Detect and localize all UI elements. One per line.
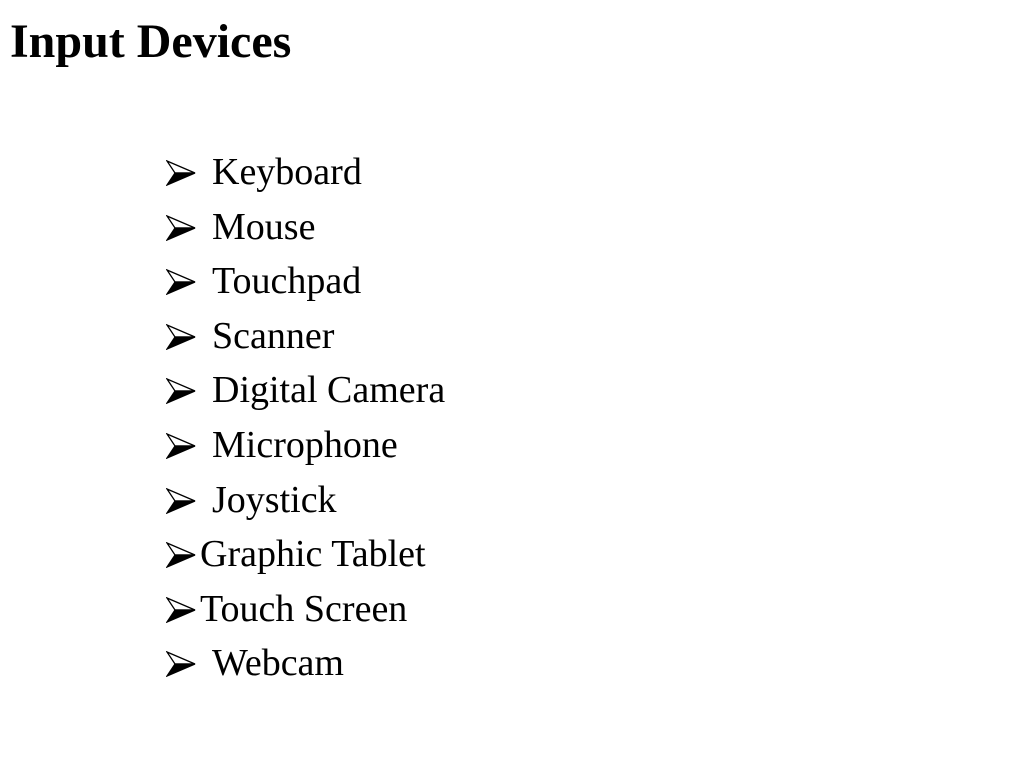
slide-title: Input Devices	[10, 15, 292, 68]
arrowhead-bullet-icon	[166, 596, 196, 623]
arrowhead-bullet-icon	[166, 542, 196, 569]
arrowhead-bullet-icon	[166, 323, 196, 350]
arrowhead-bullet-icon	[166, 160, 196, 186]
list-item-label: Mouse	[212, 205, 316, 248]
arrowhead-bullet-icon	[166, 651, 196, 678]
list-item-label: Touchpad	[212, 260, 362, 303]
list-item-label: Touch Screen	[200, 587, 408, 630]
arrowhead-bullet-icon	[166, 378, 196, 405]
list-item-label: Scanner	[212, 314, 335, 357]
arrowhead-bullet-icon	[166, 214, 196, 241]
list-item-label: Joystick	[212, 478, 337, 521]
list-item-label: Digital Camera	[212, 369, 446, 412]
arrowhead-bullet-icon	[166, 432, 196, 459]
list-item-label: Graphic Tablet	[200, 533, 426, 576]
list-item-label: Microphone	[212, 423, 398, 466]
arrowhead-bullet-icon	[166, 487, 196, 514]
list-item-label: Webcam	[212, 642, 344, 685]
list-item-label: Keyboard	[212, 151, 362, 193]
arrowhead-bullet-icon	[166, 269, 196, 296]
